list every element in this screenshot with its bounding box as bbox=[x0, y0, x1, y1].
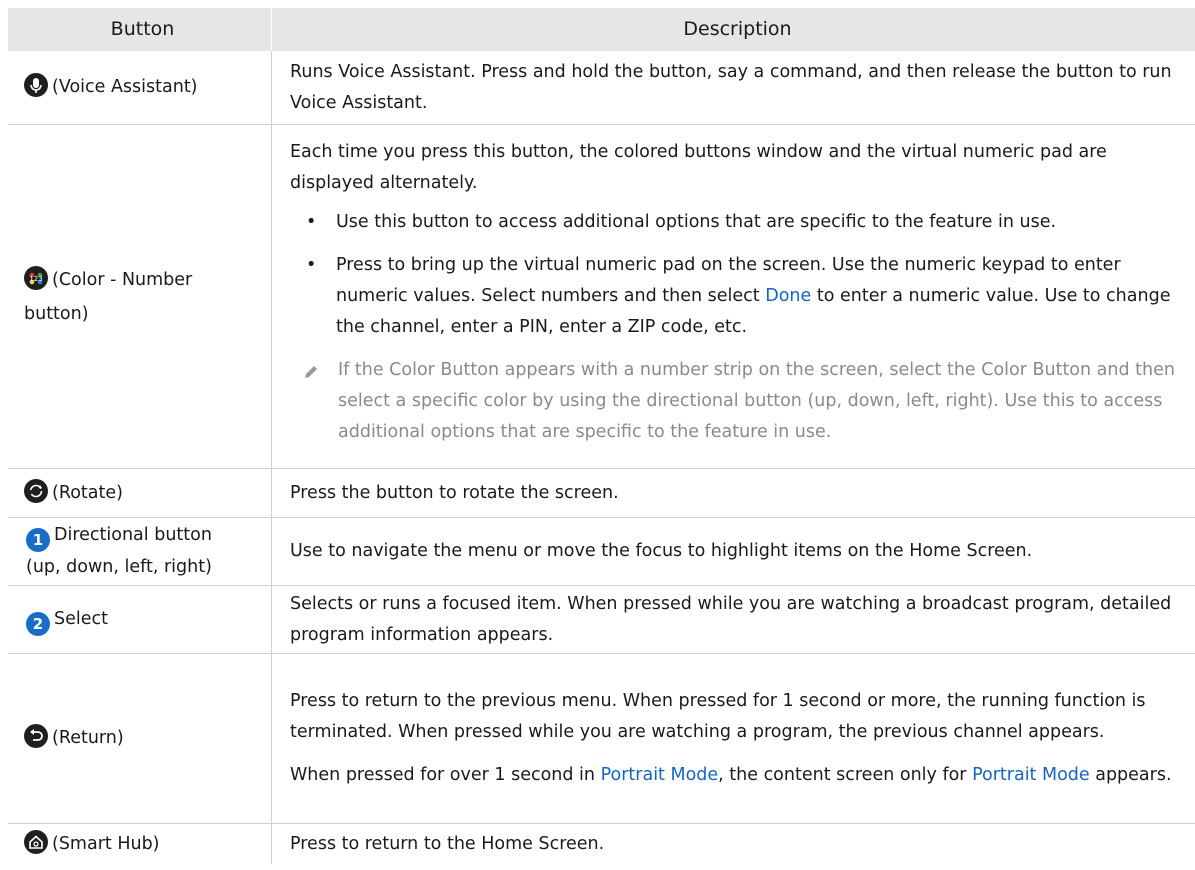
bullet-item: Press to bring up the virtual numeric pa… bbox=[290, 250, 1185, 343]
done-link[interactable]: Done bbox=[765, 286, 811, 306]
button-cell: 1 Directional button (up, down, left, rig… bbox=[8, 518, 272, 585]
bullet-item: Use this button to access additional opt… bbox=[290, 207, 1185, 238]
table-row-voice-assistant: (Voice Assistant) Runs Voice Assistant. … bbox=[8, 51, 1195, 125]
button-cell: 123 (Color - Number button) bbox=[8, 125, 272, 468]
bullet-list: Use this button to access additional opt… bbox=[290, 207, 1185, 343]
return-icon bbox=[24, 724, 48, 748]
button-label-secondary: (up, down, left, right) bbox=[26, 557, 212, 577]
table-row-rotate: (Rotate) Press the button to rotate the … bbox=[8, 469, 1195, 518]
number-badge-1: 1 bbox=[26, 528, 50, 552]
description-text: Runs Voice Assistant. Press and hold the… bbox=[290, 61, 1172, 113]
header-description: Description bbox=[683, 18, 792, 40]
description-cell: Press the button to rotate the screen. bbox=[272, 469, 1195, 517]
description-cell: Runs Voice Assistant. Press and hold the… bbox=[272, 51, 1195, 124]
microphone-icon bbox=[24, 73, 48, 97]
description-text: Use to navigate the menu or move the foc… bbox=[290, 541, 1033, 561]
button-label: (Rotate) bbox=[52, 482, 123, 503]
button-cell: (Rotate) bbox=[8, 469, 272, 517]
description-cell: Press to return to the Home Screen. bbox=[272, 824, 1195, 864]
description-text-2: When pressed for over 1 second in Portra… bbox=[290, 765, 1172, 785]
button-label: (Smart Hub) bbox=[52, 833, 160, 854]
portrait-mode-link[interactable]: Portrait Mode bbox=[972, 765, 1090, 785]
description-cell: Selects or runs a focused item. When pre… bbox=[272, 586, 1195, 653]
description-cell: Press to return to the previous menu. Wh… bbox=[272, 654, 1195, 823]
button-cell: 2 Select bbox=[8, 586, 272, 653]
svg-text:123: 123 bbox=[29, 275, 42, 283]
button-cell: (Smart Hub) bbox=[8, 824, 272, 864]
description-cell: Use to navigate the menu or move the foc… bbox=[272, 518, 1195, 585]
note-text: If the Color Button appears with a numbe… bbox=[338, 360, 1175, 442]
table-row-directional: 1 Directional button (up, down, left, rig… bbox=[8, 518, 1195, 586]
button-label: (Return) bbox=[52, 728, 124, 748]
table-header-row: Button Description bbox=[8, 8, 1195, 51]
rotate-icon bbox=[24, 478, 48, 503]
button-cell: (Return) bbox=[8, 654, 272, 823]
header-button: Button bbox=[8, 8, 272, 51]
description-text: Press to return to the previous menu. Wh… bbox=[290, 691, 1146, 742]
table-row-smart-hub: (Smart Hub) Press to return to the Home … bbox=[8, 824, 1195, 864]
button-label: (Color - Number button) bbox=[24, 269, 193, 324]
table-row-color-number: 123 (Color - Number button) Each time yo… bbox=[8, 125, 1195, 469]
button-label: (Voice Assistant) bbox=[52, 77, 198, 97]
button-label: Directional button bbox=[54, 525, 212, 545]
portrait-mode-link[interactable]: Portrait Mode bbox=[601, 765, 719, 785]
note: If the Color Button appears with a numbe… bbox=[290, 355, 1185, 448]
pencil-icon bbox=[302, 361, 320, 392]
table-row-select: 2 Select Selects or runs a focused item. … bbox=[8, 586, 1195, 654]
button-cell: (Voice Assistant) bbox=[8, 51, 272, 124]
description-text: Each time you press this button, the col… bbox=[290, 142, 1107, 193]
description-text: Press the button to rotate the screen. bbox=[290, 482, 619, 503]
table-row-return: (Return) Press to return to the previous… bbox=[8, 654, 1195, 824]
description-cell: Each time you press this button, the col… bbox=[272, 125, 1195, 468]
color-number-icon: 123 bbox=[24, 265, 48, 290]
number-badge-2: 2 bbox=[26, 611, 50, 636]
remote-buttons-table: Button Description (Voice Assistant) Run… bbox=[8, 8, 1195, 864]
button-label: Select bbox=[54, 608, 108, 629]
description-text: Selects or runs a focused item. When pre… bbox=[290, 593, 1172, 645]
description-text: Press to return to the Home Screen. bbox=[290, 833, 605, 854]
home-icon bbox=[24, 829, 48, 854]
